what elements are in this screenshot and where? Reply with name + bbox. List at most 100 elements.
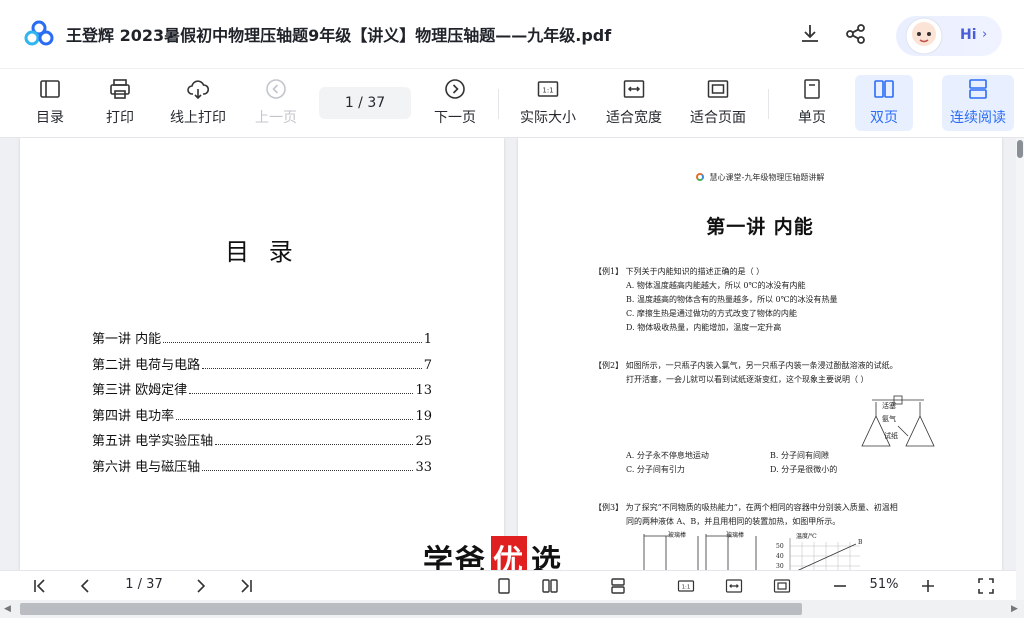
single-page-small-button[interactable] — [494, 576, 514, 596]
toc-entry[interactable]: 第六讲 电与磁压轴 33 — [92, 456, 432, 482]
horizontal-scrollbar[interactable]: ◀ ▶ — [0, 600, 1024, 618]
page-indicator[interactable]: 1 / 37 — [108, 577, 180, 592]
next-page-small-button[interactable] — [190, 576, 210, 596]
figure-label: 玻璃棒 — [726, 532, 745, 539]
figure-label: 温度/℃ — [796, 533, 817, 540]
app-logo-icon — [24, 20, 54, 46]
vertical-scrollbar[interactable] — [1016, 138, 1024, 600]
example-1-option: B. 温度越高的物体含有的热量越多，所以 0℃的冰没有热量 — [626, 295, 838, 304]
double-page-small-button[interactable] — [540, 576, 560, 596]
series-label: B — [858, 539, 863, 546]
example-2-option: C. 分子间有引力 — [626, 465, 685, 474]
fit-width-small-button[interactable] — [724, 576, 744, 596]
double-page-label: 双页 — [870, 110, 898, 126]
svg-text:1:1: 1:1 — [542, 87, 553, 95]
actual-size-icon: 1:1 — [537, 81, 559, 97]
document-viewer[interactable]: 目 录 第一讲 内能 1 第二讲 电荷与电路 7 第三讲 欧姆定律 13 第四讲 电功… — [0, 138, 1016, 570]
toolbar-divider — [768, 89, 769, 119]
toc-entry-page: 33 — [415, 459, 432, 475]
scroll-right-arrow-icon[interactable]: ▶ — [1011, 604, 1018, 614]
assistant-avatar-icon — [905, 17, 943, 55]
cloud-print-icon — [187, 80, 210, 100]
page-number-input[interactable]: 1 / 37 — [319, 87, 411, 119]
minus-icon — [834, 585, 846, 587]
toc-entry-label: 第六讲 电与磁压轴 — [92, 459, 201, 475]
last-page-button[interactable] — [236, 576, 256, 596]
toc-entry-page: 25 — [415, 434, 432, 450]
scroll-left-arrow-icon[interactable]: ◀ — [4, 604, 11, 614]
first-page-icon — [34, 579, 45, 593]
single-page-icon — [498, 578, 510, 594]
example-2-option: A. 分子永不停息地运动 — [626, 451, 709, 460]
first-page-button[interactable] — [30, 576, 50, 596]
prev-page-button[interactable]: 上一页 — [254, 77, 298, 131]
fit-page-small-button[interactable] — [772, 576, 792, 596]
example-2-option: D. 分子是很微小的 — [770, 465, 838, 474]
toc-leader — [202, 367, 422, 369]
toc-leader — [176, 418, 414, 420]
zoom-out-button[interactable] — [830, 576, 850, 596]
toc-button[interactable]: 目录 — [34, 77, 66, 131]
actual-size-icon: 1:1 — [677, 580, 695, 592]
last-page-icon — [241, 579, 252, 593]
zoom-in-button[interactable] — [918, 576, 938, 596]
actual-size-button[interactable]: 1:1 实际大小 — [518, 77, 578, 131]
online-print-button[interactable]: 线上打印 — [168, 77, 228, 131]
toc-leader — [202, 469, 414, 471]
pdf-page-left: 目 录 第一讲 内能 1 第二讲 电荷与电路 7 第三讲 欧姆定律 13 第四讲 电功… — [20, 138, 504, 570]
assistant-button[interactable]: Hi › — [896, 16, 1002, 56]
next-page-icon — [445, 79, 465, 99]
title-bar: 王登辉 2023暑假初中物理压轴题9年级【讲义】物理压轴题——九年级.pdf H… — [0, 0, 1024, 68]
fit-width-label: 适合宽度 — [606, 110, 662, 126]
fit-page-icon — [773, 579, 791, 593]
toolbar: 目录 打印 线上打印 上一页 1 / 37 下一页 1:1 实际大小 适合宽度 … — [0, 68, 1024, 138]
toc-entry[interactable]: 第二讲 电荷与电路 7 — [92, 354, 432, 380]
continuous-button[interactable]: 连续阅读 — [942, 75, 1014, 131]
printer-icon — [110, 79, 130, 99]
prev-page-label: 上一页 — [255, 110, 297, 126]
toolbar-divider — [498, 89, 499, 119]
fit-width-button[interactable]: 适合宽度 — [604, 77, 664, 131]
figure-label: 氨气 — [882, 415, 896, 423]
example-3-question-cont: 同的两种液体 A、B，并且用相同的装置加热，如图甲所示。 — [626, 517, 841, 526]
download-icon[interactable] — [798, 22, 822, 46]
double-page-button[interactable]: 双页 — [855, 75, 913, 131]
print-button[interactable]: 打印 — [104, 77, 136, 131]
toc-entry[interactable]: 第三讲 欧姆定律 13 — [92, 379, 432, 405]
temperature-graph-figure — [789, 538, 860, 570]
example-1-question: 【例1】 下列关于内能知识的描述正确的是（ ） — [594, 267, 765, 276]
toc-entry-label: 第五讲 电学实验压轴 — [92, 434, 214, 450]
toc-entry[interactable]: 第一讲 内能 1 — [92, 328, 432, 354]
chevron-right-icon — [197, 579, 206, 593]
share-icon[interactable] — [844, 22, 868, 46]
toc-entry[interactable]: 第四讲 电功率 19 — [92, 405, 432, 431]
toc-entry-page: 7 — [423, 357, 432, 373]
single-page-button[interactable]: 单页 — [796, 77, 828, 131]
logo-dot-icon — [695, 173, 704, 181]
example-1-option: D. 物体吸收热量，内能增加，温度一定升高 — [626, 323, 782, 332]
zoom-level[interactable]: 51% — [862, 577, 906, 592]
single-page-label: 单页 — [798, 110, 826, 126]
actual-size-small-button[interactable]: 1:1 — [676, 576, 696, 596]
toc-entry[interactable]: 第五讲 电学实验压轴 25 — [92, 430, 432, 456]
example-2-question-cont: 打开活塞，一会儿就可以看到试纸逐渐变红，这个现象主要说明（ ） — [626, 375, 869, 384]
fit-page-button[interactable]: 适合页面 — [688, 77, 748, 131]
toc-leader — [189, 393, 414, 395]
pdf-page-right: 慧心课堂-九年级物理压轴题讲解 第一讲 内能 【例1】 下列关于内能知识的描述正… — [518, 138, 1002, 570]
toc-entry-label: 第二讲 电荷与电路 — [92, 357, 201, 373]
axis-tick-label: 30 — [776, 563, 784, 570]
chevron-right-icon: › — [982, 27, 988, 42]
continuous-small-button[interactable] — [608, 576, 628, 596]
fullscreen-icon — [978, 578, 994, 594]
next-page-button[interactable]: 下一页 — [433, 77, 477, 131]
prev-page-small-button[interactable] — [76, 576, 96, 596]
fit-width-icon — [725, 579, 743, 593]
print-label: 打印 — [106, 110, 134, 126]
vertical-scroll-thumb[interactable] — [1017, 140, 1023, 158]
horizontal-scroll-thumb[interactable] — [20, 603, 802, 615]
toc-entry-page: 19 — [415, 408, 432, 424]
single-page-icon — [804, 79, 820, 99]
fullscreen-button[interactable] — [976, 576, 996, 596]
table-of-contents: 第一讲 内能 1 第二讲 电荷与电路 7 第三讲 欧姆定律 13 第四讲 电功率 19 … — [92, 328, 432, 482]
fit-width-icon — [623, 80, 645, 98]
